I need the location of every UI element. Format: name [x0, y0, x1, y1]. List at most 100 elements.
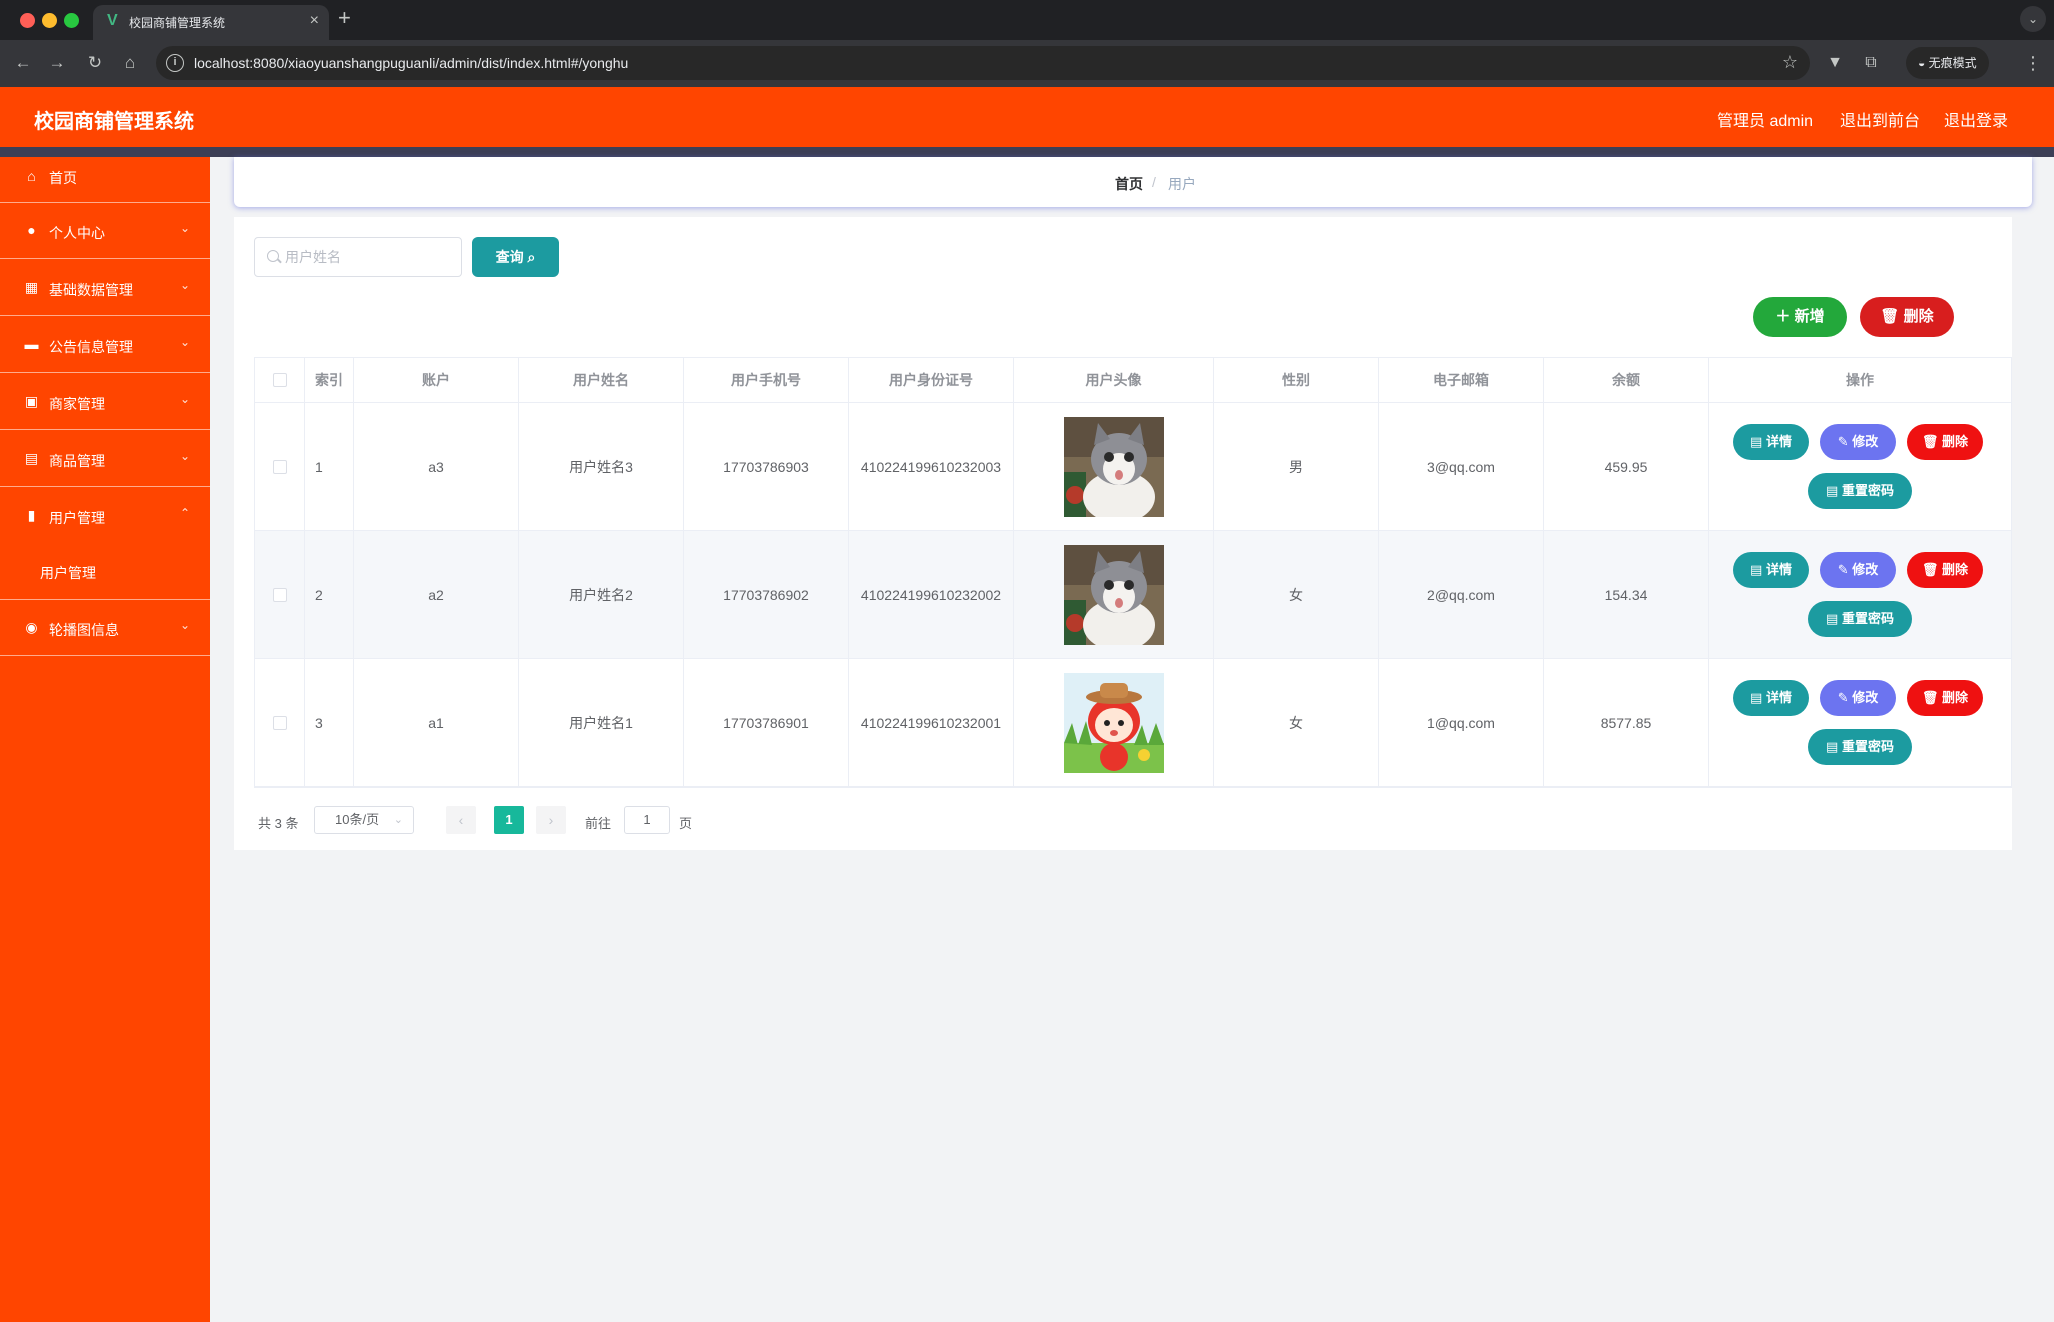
row-checkbox[interactable] [272, 715, 287, 730]
account-cell: a2 [354, 531, 519, 658]
select-all-checkbox[interactable] [272, 373, 287, 387]
detail-button[interactable]: ▤ 详情 [1733, 552, 1809, 588]
tab-title: 校园商铺管理系统 [129, 16, 226, 30]
name-cell: 用户姓名2 [519, 531, 684, 658]
new-tab-icon[interactable]: + [338, 7, 351, 29]
bookmark-star-icon[interactable]: ☆ [1782, 52, 1798, 73]
sidebar-item-label: 基础数据管理 [49, 282, 133, 298]
browser-menu-icon[interactable]: ⋮ [2024, 50, 2042, 76]
edit-label: 修改 [1852, 562, 1879, 577]
detail-label: 详情 [1765, 562, 1792, 577]
cat-avatar-image [1063, 416, 1164, 517]
window-minimize-button[interactable] [42, 13, 57, 28]
plus-icon: ＋ [1775, 308, 1791, 325]
sidebar-subitem-user-management[interactable]: 用户管理 [0, 544, 210, 600]
row-checkbox[interactable] [272, 459, 287, 474]
user-icon: ● [27, 222, 36, 238]
reset-password-button[interactable]: ▤ 重置密码 [1808, 601, 1912, 637]
pagination-total: 共 3 条 [258, 816, 299, 831]
incognito-label: 无痕模式 [1928, 56, 1977, 70]
column-header: 用户身份证号 [849, 358, 1014, 402]
detail-label: 详情 [1765, 690, 1792, 705]
browser-toolbar: ← → ↻ ⌂ i localhost:8080/xiaoyuanshangpu… [0, 40, 2054, 87]
reload-icon[interactable]: ↻ [82, 50, 108, 76]
add-label: 新增 [1794, 308, 1825, 325]
edit-label: 修改 [1852, 690, 1879, 705]
detail-button[interactable]: ▤ 详情 [1733, 680, 1809, 716]
query-button[interactable]: 查询 ⌕ [472, 237, 559, 277]
sidebar-item-base-data[interactable]: ▦ 基础数据管理 ⌄ [0, 260, 210, 316]
search-input[interactable] [285, 238, 455, 276]
delete-button[interactable]: 🗑 删除 [1907, 680, 1983, 716]
sidebar-item-carousel[interactable]: ◉ 轮播图信息 ⌄ [0, 600, 210, 656]
next-page-button[interactable]: › [536, 806, 566, 834]
row-checkbox[interactable] [272, 587, 287, 602]
forward-icon[interactable]: → [44, 50, 70, 76]
operations-cell: ▤ 详情 ✎ 修改 🗑 删除 ▤ 重置密码 [1709, 531, 2011, 658]
edit-icon: ✎ [1837, 434, 1853, 449]
column-header: 用户手机号 [684, 358, 849, 402]
chevron-down-icon: ⌄ [179, 449, 190, 463]
sidebar-item-products[interactable]: ▤ 商品管理 ⌄ [0, 431, 210, 487]
reset-password-button[interactable]: ▤ 重置密码 [1808, 729, 1912, 765]
extensions-icon[interactable]: ⧉ [1858, 50, 1884, 76]
goto-page-input[interactable]: 1 [624, 806, 670, 834]
name-cell: 用户姓名1 [519, 659, 684, 786]
sidebar-item-label: 公告信息管理 [49, 339, 133, 355]
delete-button[interactable]: 🗑 删除 [1907, 552, 1983, 588]
incognito-badge[interactable]: ◒ 无痕模式 [1906, 47, 1989, 79]
column-header: 操作 [1846, 372, 1874, 388]
sidebar-item-merchants[interactable]: ▣ 商家管理 ⌄ [0, 374, 210, 430]
edit-button[interactable]: ✎ 修改 [1820, 552, 1896, 588]
sidebar-item-users[interactable]: ▮ 用户管理 ⌃ [0, 488, 210, 544]
chart-icon: ▮ [27, 507, 36, 523]
detail-button[interactable]: ▤ 详情 [1733, 424, 1809, 460]
prev-page-button[interactable]: ‹ [446, 806, 476, 834]
home-icon[interactable]: ⌂ [117, 50, 143, 76]
add-button[interactable]: ＋ 新增 [1753, 297, 1847, 337]
id-card-cell: 410224199610232001 [849, 659, 1014, 786]
operations-cell: ▤ 详情 ✎ 修改 🗑 删除 ▤ 重置密码 [1709, 659, 2011, 786]
chevron-down-icon: ⌄ [179, 221, 190, 235]
sidebar-item-announcements[interactable]: ▬ 公告信息管理 ⌄ [0, 317, 210, 373]
page-size-select[interactable]: 10条/页 ⌄ [314, 806, 414, 834]
reset-password-button[interactable]: ▤ 重置密码 [1808, 473, 1912, 509]
breadcrumb-home[interactable]: 首页 [1115, 174, 1143, 194]
user-table: 索引 账户 用户姓名 用户手机号 用户身份证号 用户头像 性别 电子邮箱 余额 … [254, 357, 2012, 788]
back-to-front-link[interactable]: 退出到前台 [1840, 107, 1920, 131]
phone-cell: 17703786902 [684, 531, 849, 658]
tab-search-icon[interactable]: ⌄ [2020, 6, 2046, 32]
back-icon[interactable]: ← [10, 50, 36, 76]
delete-button[interactable]: 🗑 删除 [1907, 424, 1983, 460]
logout-link[interactable]: 退出登录 [1944, 107, 2008, 131]
current-page-button[interactable]: 1 [494, 806, 524, 834]
edit-button[interactable]: ✎ 修改 [1820, 680, 1896, 716]
edit-label: 修改 [1852, 434, 1879, 449]
column-header: 用户头像 [1014, 358, 1214, 402]
table-row: 2 a2 用户姓名2 17703786902 41022419961023200… [255, 531, 2011, 659]
sidebar-item-profile[interactable]: ● 个人中心 ⌄ [0, 203, 210, 259]
edit-button[interactable]: ✎ 修改 [1820, 424, 1896, 460]
batch-delete-button[interactable]: 🗑 删除 [1860, 297, 1954, 337]
gender-cell: 女 [1214, 659, 1379, 786]
search-field[interactable] [254, 237, 462, 277]
vue-devtools-icon[interactable]: ▼ [1822, 50, 1848, 76]
site-info-icon[interactable]: i [166, 54, 184, 72]
sidebar-item-label: 首页 [49, 170, 77, 186]
location-icon: ◉ [25, 619, 38, 635]
url-text[interactable]: localhost:8080/xiaoyuanshangpuguanli/adm… [194, 55, 628, 71]
balance-cell: 8577.85 [1544, 659, 1709, 786]
column-header: 用户姓名 [519, 358, 684, 402]
row-select-cell [255, 659, 305, 786]
tab-close-icon[interactable]: × [310, 12, 319, 30]
incognito-icon: ◒ [1918, 56, 1929, 70]
window-close-button[interactable] [20, 13, 35, 28]
detail-label: 详情 [1765, 434, 1792, 449]
sidebar-item-home[interactable]: ⌂ 首页 [0, 157, 210, 203]
browser-tab[interactable]: V 校园商铺管理系统 × [93, 5, 329, 40]
delete-label: 删除 [1942, 690, 1969, 705]
delete-label: 删除 [1942, 562, 1969, 577]
window-maximize-button[interactable] [64, 13, 79, 28]
address-bar[interactable]: i localhost:8080/xiaoyuanshangpuguanli/a… [156, 46, 1810, 80]
account-cell: a3 [354, 403, 519, 530]
